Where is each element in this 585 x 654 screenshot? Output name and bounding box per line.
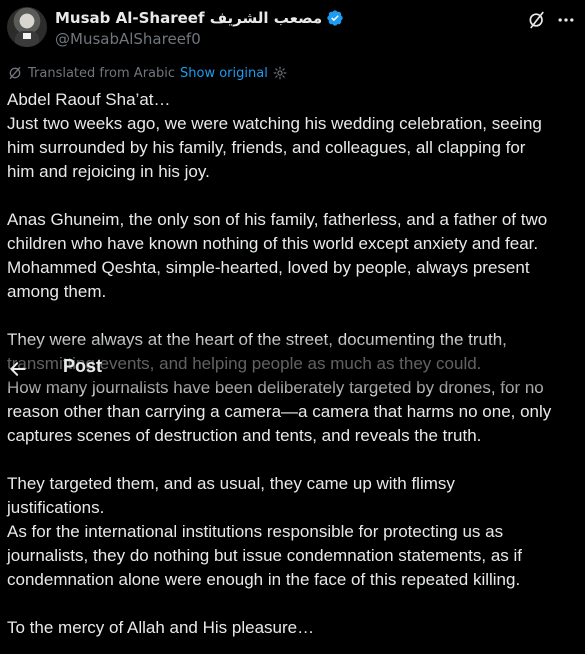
tweet-line: They were always at the heart of the str… [7, 330, 507, 349]
post-header: Musab Al-Shareef مصعب الشريف @MusabAlSha… [0, 0, 585, 60]
translation-note: Translated from Arabic Show original [7, 65, 287, 81]
back-arrow-icon[interactable] [8, 359, 28, 379]
tweet-line: him surrounded by his family, friends, a… [7, 138, 526, 157]
author-name[interactable]: Musab Al-Shareef مصعب الشريف [55, 9, 322, 27]
tweet-line: To the mercy of Allah and His pleasure… [7, 618, 315, 637]
author-name-row[interactable]: Musab Al-Shareef مصعب الشريف [55, 9, 344, 27]
tweet-line: him and rejoicing in his joy. [7, 162, 210, 181]
tweet-line: Mohammed Qeshta, simple-hearted, loved b… [7, 258, 530, 277]
tweet-line: Anas Ghuneim, the only son of his family… [7, 210, 548, 229]
author-handle[interactable]: @MusabAlShareef0 [55, 30, 201, 48]
show-original-link[interactable]: Show original [180, 66, 268, 81]
tweet-line: How many journalists have been deliberat… [7, 378, 544, 397]
tweet-line: reason other than carrying a camera—a ca… [7, 402, 552, 421]
translation-label: Translated from Arabic [28, 65, 176, 81]
verified-badge-icon [327, 10, 343, 26]
more-icon[interactable] [556, 10, 576, 30]
grok-icon[interactable] [527, 10, 547, 30]
tweet-line: Just two weeks ago, we were watching his… [7, 114, 542, 133]
tweet-line: condemnation alone were enough in the fa… [7, 570, 521, 589]
tweet-line: justifications. [7, 498, 105, 517]
tweet-line: captures scenes of destruction and tents… [7, 426, 482, 445]
gear-icon[interactable] [273, 66, 287, 80]
tweet-line: children who have known nothing of this … [7, 234, 539, 253]
translate-icon [9, 67, 21, 79]
post-title: Post [63, 356, 103, 376]
tweet-line: As for the international institutions re… [7, 522, 504, 541]
tweet-line: They targeted them, and as usual, they c… [7, 474, 455, 493]
tweet-line: journalists, they do nothing but issue c… [7, 546, 523, 565]
tweet-line: among them. [7, 282, 107, 301]
tweet-line: Abdel Raouf Sha’at… [7, 90, 171, 109]
avatar[interactable] [7, 7, 47, 47]
